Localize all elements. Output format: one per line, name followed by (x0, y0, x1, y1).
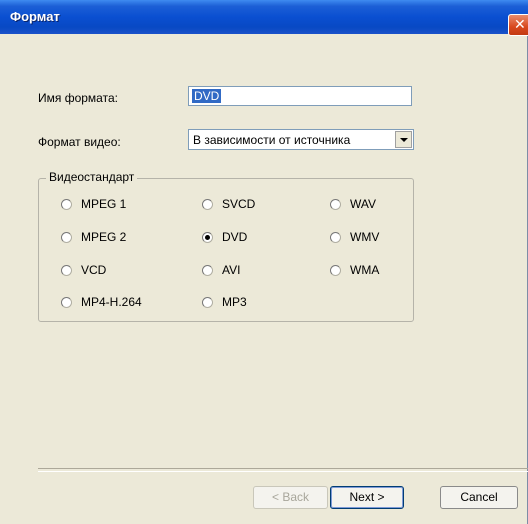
radio-button-icon (61, 198, 72, 210)
radio-label: DVD (222, 230, 248, 244)
radio-avi[interactable]: AVI (202, 262, 240, 278)
video-format-label: Формат видео: (38, 135, 121, 149)
format-name-input[interactable]: DVD (188, 86, 412, 106)
title-bar: Формат ✕ (0, 0, 528, 36)
radio-wav[interactable]: WAV (330, 196, 376, 212)
radio-vcd[interactable]: VCD (61, 262, 106, 278)
radio-button-checked-icon (202, 231, 213, 243)
radio-mp3[interactable]: MP3 (202, 294, 247, 310)
next-button[interactable]: Next > (330, 486, 404, 509)
format-name-value: DVD (192, 89, 222, 103)
radio-button-icon (330, 264, 341, 276)
radio-mp4-h264[interactable]: MP4-H.264 (61, 294, 142, 310)
radio-dvd[interactable]: DVD (202, 229, 247, 245)
radio-button-icon (61, 296, 72, 308)
radio-label: MP4-H.264 (81, 295, 142, 309)
radio-mpeg1[interactable]: MPEG 1 (61, 196, 126, 212)
close-icon: ✕ (514, 16, 526, 32)
close-button[interactable]: ✕ (508, 14, 528, 36)
chevron-down-icon[interactable] (395, 131, 412, 148)
radio-label: WMA (350, 263, 380, 277)
radio-label: WMV (350, 230, 380, 244)
radio-label: MPEG 2 (81, 230, 127, 244)
cancel-button[interactable]: Cancel (440, 486, 518, 509)
window-title: Формат (10, 9, 60, 24)
radio-label: WAV (350, 197, 376, 211)
button-separator (38, 468, 528, 472)
radio-button-icon (61, 264, 72, 276)
radio-label: AVI (222, 263, 241, 277)
radio-label: VCD (81, 263, 107, 277)
radio-button-icon (202, 198, 213, 210)
radio-button-icon (330, 231, 341, 243)
video-format-value: В зависимости от источника (193, 133, 351, 147)
radio-button-icon (202, 296, 213, 308)
radio-svcd[interactable]: SVCD (202, 196, 255, 212)
radio-button-icon (61, 231, 72, 243)
format-dialog: Формат ✕ Имя формата: DVD Формат видео: … (0, 0, 528, 524)
radio-label: MP3 (222, 295, 247, 309)
radio-wma[interactable]: WMA (330, 262, 379, 278)
video-format-select[interactable]: В зависимости от источника (188, 129, 414, 150)
radio-label: SVCD (222, 197, 256, 211)
video-standard-legend: Видеостандарт (46, 170, 138, 184)
radio-button-icon (330, 198, 341, 210)
back-button[interactable]: < Back (253, 486, 328, 509)
radio-wmv[interactable]: WMV (330, 229, 379, 245)
radio-label: MPEG 1 (81, 197, 127, 211)
radio-button-icon (202, 264, 213, 276)
format-name-label: Имя формата: (38, 91, 118, 105)
radio-mpeg2[interactable]: MPEG 2 (61, 229, 126, 245)
